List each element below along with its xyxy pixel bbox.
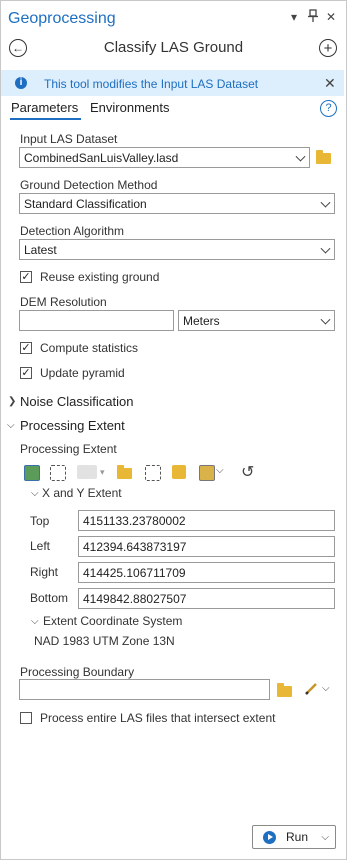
tool-title: Classify LAS Ground	[103, 39, 244, 56]
xy-extent-label: X and Y Extent	[42, 486, 122, 500]
folder-icon[interactable]	[316, 150, 331, 164]
layer-extent-icon[interactable]	[77, 465, 97, 479]
chevron-down-icon[interactable]: ⌵	[322, 683, 330, 694]
help-icon[interactable]: ?	[320, 100, 337, 117]
dem-unit-dropdown[interactable]: Meters	[178, 310, 335, 331]
tab-environments[interactable]: Environments	[90, 100, 169, 115]
algorithm-value: Latest	[24, 242, 57, 257]
reuse-ground-label: Reuse existing ground	[40, 270, 160, 284]
process-entire-checkbox[interactable]	[20, 712, 32, 724]
update-pyramid-checkbox[interactable]: ✓	[20, 367, 32, 379]
bottom-label: Bottom	[30, 591, 69, 605]
processing-boundary-label: Processing Boundary	[20, 665, 135, 679]
chevron-down-icon[interactable]: ⌵	[31, 488, 39, 499]
chevron-down-icon[interactable]: ⌵	[216, 465, 224, 476]
compute-stats-checkbox[interactable]: ✓	[20, 342, 32, 354]
tab-parameters[interactable]: Parameters	[11, 100, 78, 115]
ground-method-label: Ground Detection Method	[20, 178, 158, 192]
run-button[interactable]: Run ⌵	[252, 825, 336, 849]
processing-extent-label: Processing Extent	[20, 442, 117, 456]
run-icon	[263, 830, 276, 844]
top-label: Top	[30, 514, 50, 528]
active-tab-indicator	[10, 118, 81, 120]
algorithm-dropdown[interactable]: Latest	[19, 239, 335, 260]
chevron-down-icon	[320, 243, 331, 254]
coord-system-value: NAD 1983 UTM Zone 13N	[34, 634, 175, 648]
processing-boundary-input[interactable]	[19, 679, 270, 700]
right-value: 414425.106711709	[83, 565, 186, 580]
ground-method-value: Standard Classification	[24, 196, 147, 211]
input-las-value: CombinedSanLuisValley.lasd	[24, 150, 179, 165]
info-icon: i	[15, 77, 27, 89]
input-las-dropdown[interactable]: CombinedSanLuisValley.lasd	[19, 147, 310, 168]
ground-method-dropdown[interactable]: Standard Classification	[19, 193, 335, 214]
dem-resolution-input[interactable]	[19, 310, 174, 331]
run-label: Run	[286, 830, 309, 844]
input-las-label: Input LAS Dataset	[20, 132, 118, 146]
processing-extent-section-header[interactable]: Processing Extent	[20, 418, 125, 433]
reset-extent-icon[interactable]: ↺	[241, 462, 254, 482]
right-input[interactable]: 414425.106711709	[78, 562, 335, 583]
chevron-down-icon	[320, 314, 331, 325]
left-value: 412394.643873197	[83, 539, 187, 554]
close-icon[interactable]: ✕	[323, 9, 339, 25]
compute-stats-label: Compute statistics	[40, 341, 139, 355]
current-display-extent-icon[interactable]	[24, 465, 40, 481]
intersection-extent-icon[interactable]	[145, 465, 161, 481]
union-extent-icon[interactable]	[172, 465, 186, 479]
process-entire-label: Process entire LAS files that intersect …	[40, 711, 276, 725]
chevron-down-icon	[295, 151, 306, 162]
chevron-down-icon	[320, 197, 331, 208]
right-label: Right	[30, 565, 59, 579]
pane-title: Geoprocessing	[8, 10, 116, 27]
add-icon[interactable]: +	[319, 39, 337, 57]
left-input[interactable]: 412394.643873197	[78, 536, 335, 557]
chevron-down-icon[interactable]: ▾	[100, 467, 105, 478]
coord-system-label: Extent Coordinate System	[43, 614, 183, 628]
top-input[interactable]: 4151133.23780002	[78, 510, 335, 531]
dem-resolution-label: DEM Resolution	[20, 295, 107, 309]
left-label: Left	[30, 539, 51, 553]
draw-extent-icon[interactable]	[50, 465, 66, 481]
chevron-down-icon[interactable]: ⌵	[7, 420, 15, 431]
pin-icon[interactable]	[305, 9, 321, 25]
dem-unit-value: Meters	[183, 313, 220, 328]
chevron-down-icon[interactable]: ⌵	[321, 832, 329, 843]
noise-section-header[interactable]: Noise Classification	[20, 394, 133, 409]
browse-extent-folder-icon[interactable]	[117, 465, 132, 479]
algorithm-label: Detection Algorithm	[20, 224, 125, 238]
folder-icon[interactable]	[277, 683, 292, 697]
update-pyramid-label: Update pyramid	[40, 366, 125, 380]
banner-text: This tool modifies the Input LAS Dataset	[44, 77, 259, 91]
chevron-down-icon[interactable]: ⌵	[31, 616, 39, 627]
top-value: 4151133.23780002	[83, 513, 186, 528]
paste-extent-icon[interactable]	[199, 465, 215, 481]
add-glyph: +	[323, 39, 333, 57]
bottom-input[interactable]: 4149842.88027507	[78, 588, 335, 609]
banner-close-icon[interactable]: ✕	[324, 75, 336, 92]
menu-icon[interactable]: ▾	[286, 9, 302, 25]
chevron-right-icon[interactable]: ❯	[8, 396, 16, 407]
bottom-value: 4149842.88027507	[83, 591, 187, 606]
reuse-ground-checkbox[interactable]: ✓	[20, 271, 32, 283]
pencil-icon[interactable]	[304, 682, 318, 699]
